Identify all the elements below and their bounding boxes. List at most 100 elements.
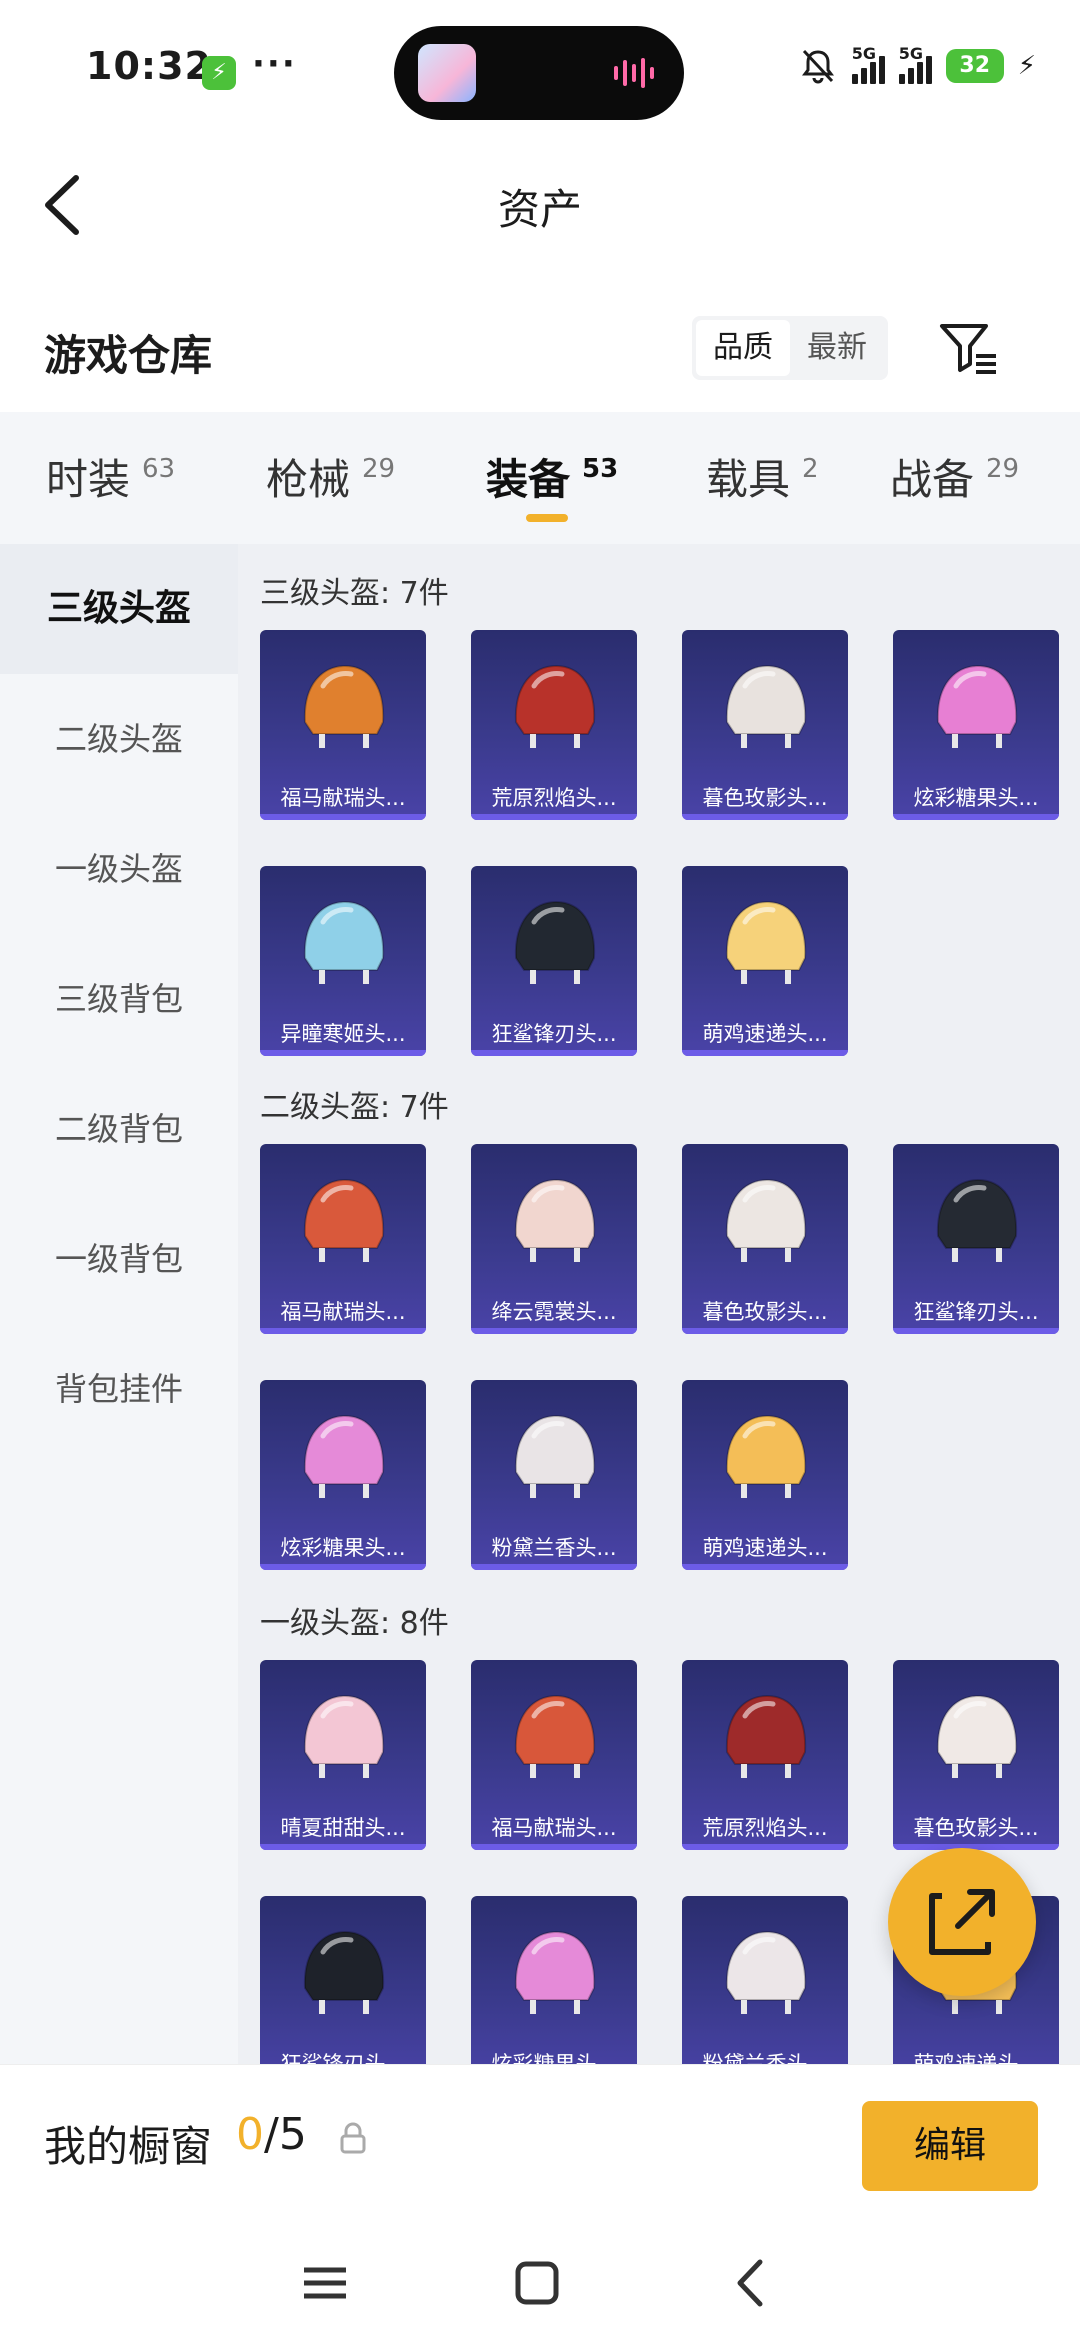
helmet-icon	[303, 1694, 385, 1778]
item-card[interactable]: 狂鲨锋刃头...	[471, 866, 637, 1056]
helmet-icon	[725, 664, 807, 748]
warehouse-title: 游戏仓库	[44, 331, 213, 380]
item-name: 福马献瑞头...	[491, 1816, 617, 1840]
share-button[interactable]	[888, 1848, 1036, 1996]
warehouse-header: 游戏仓库 品质 最新	[0, 300, 1080, 400]
item-name: 萌鸡速递头...	[702, 1022, 828, 1046]
helmet-icon	[514, 1414, 596, 1498]
tab-vehicles[interactable]: 载具 2	[660, 412, 860, 544]
item-name: 暮色玫影头...	[702, 1300, 828, 1324]
helmet-icon	[514, 900, 596, 984]
clock: 10:32	[86, 44, 212, 88]
item-name: 狂鲨锋刃头...	[913, 1300, 1039, 1324]
item-name: 狂鲨锋刃头...	[491, 1022, 617, 1046]
helmet-icon	[303, 1414, 385, 1498]
item-card[interactable]: 狂鲨锋刃头...	[260, 1896, 426, 2064]
sidebar-item-level1-backpack[interactable]: 一级背包	[0, 1194, 238, 1324]
helmet-icon	[514, 664, 596, 748]
helmet-icon	[303, 1930, 385, 2014]
system-nav-bar	[0, 2224, 1080, 2347]
item-card[interactable]: 福马献瑞头...	[260, 630, 426, 820]
charging-icon: ⚡	[202, 56, 236, 90]
sidebar-item-level2-helmet[interactable]: 二级头盔	[0, 674, 238, 804]
item-card[interactable]: 炫彩糖果头...	[260, 1380, 426, 1570]
sidebar-item-level1-helmet[interactable]: 一级头盔	[0, 804, 238, 934]
item-name: 福马献瑞头...	[280, 786, 406, 810]
item-name: 炫彩糖果头...	[913, 786, 1039, 810]
item-card[interactable]: 萌鸡速递头...	[682, 866, 848, 1056]
item-card[interactable]: 暮色玫影头...	[682, 630, 848, 820]
share-export-icon	[929, 1889, 995, 1955]
item-card[interactable]: 异瞳寒姬头...	[260, 866, 426, 1056]
showcase-bar: 我的橱窗 0/5 编辑	[0, 2064, 1080, 2224]
item-card[interactable]: 福马献瑞头...	[260, 1144, 426, 1334]
item-card[interactable]: 炫彩糖果头...	[471, 1896, 637, 2064]
item-name: 萌鸡速递头...	[702, 1536, 828, 1560]
helmet-icon	[514, 1694, 596, 1778]
section-title-level1-helmet: 一级头盔: 8件	[260, 1606, 449, 1641]
sidebar-item-level2-backpack[interactable]: 二级背包	[0, 1064, 238, 1194]
charging-bolt-icon: ⚡	[1017, 51, 1036, 81]
music-artwork-icon	[418, 44, 476, 102]
status-bar: 10:32 ⚡ ··· 5G 5G 32 ⚡	[0, 0, 1080, 140]
mute-bell-icon	[801, 49, 834, 84]
menu-icon[interactable]	[290, 2248, 360, 2318]
title-bar: 资产	[0, 150, 1080, 260]
item-card[interactable]: 荒原烈焰头...	[682, 1660, 848, 1850]
sidebar-item-backpack-pendant[interactable]: 背包挂件	[0, 1324, 238, 1454]
item-card[interactable]: 荒原烈焰头...	[471, 630, 637, 820]
helmet-icon	[303, 900, 385, 984]
item-card[interactable]: 粉黛兰香头...	[471, 1380, 637, 1570]
back-nav-icon[interactable]	[716, 2248, 786, 2318]
page-title: 资产	[497, 185, 582, 234]
helmet-icon	[303, 1178, 385, 1262]
helmet-icon	[303, 664, 385, 748]
item-name: 炫彩糖果头...	[280, 1536, 406, 1560]
dynamic-island[interactable]	[394, 26, 684, 120]
sidebar-item-level3-helmet[interactable]: 三级头盔	[0, 544, 238, 674]
item-card[interactable]: 暮色玫影头...	[682, 1144, 848, 1334]
item-name: 晴夏甜甜头...	[280, 1816, 406, 1840]
helmet-icon	[725, 1694, 807, 1778]
helmet-icon	[936, 1694, 1018, 1778]
sort-by-quality[interactable]: 品质	[696, 320, 790, 376]
item-grid: 三级头盔: 7件 二级头盔: 7件 一级头盔: 8件 福马献瑞头... 荒原烈焰头…	[238, 544, 1080, 2064]
sidebar-item-level3-backpack[interactable]: 三级背包	[0, 934, 238, 1064]
signal-5g-2-icon: 5G	[898, 44, 932, 84]
item-name: 荒原烈焰头...	[702, 1816, 828, 1840]
item-name: 萌鸡速递头...	[913, 2052, 1039, 2064]
item-name: 粉黛兰香头...	[702, 2052, 828, 2064]
item-card[interactable]: 粉黛兰香头...	[682, 1896, 848, 2064]
item-card[interactable]: 晴夏甜甜头...	[260, 1660, 426, 1850]
showcase-label: 我的橱窗	[44, 2122, 213, 2171]
section-title-level3-helmet: 三级头盔: 7件	[260, 576, 449, 611]
filter-icon[interactable]	[934, 314, 1002, 382]
item-name: 绛云霓裳头...	[491, 1300, 617, 1324]
sort-by-newest[interactable]: 最新	[790, 320, 884, 376]
signal-5g-1-icon: 5G	[851, 44, 885, 84]
tab-combat-supplies[interactable]: 战备 29	[860, 412, 1080, 544]
item-card[interactable]: 萌鸡速递头...	[682, 1380, 848, 1570]
home-icon[interactable]	[502, 2248, 572, 2318]
helmet-icon	[936, 1178, 1018, 1262]
sort-toggle: 品质 最新	[692, 316, 888, 380]
item-card[interactable]: 绛云霓裳头...	[471, 1144, 637, 1334]
edit-button[interactable]: 编辑	[862, 2101, 1038, 2191]
item-name: 荒原烈焰头...	[491, 786, 617, 810]
tab-equipment[interactable]: 装备 53	[440, 412, 660, 544]
item-card[interactable]: 炫彩糖果头...	[893, 630, 1059, 820]
tab-fashion[interactable]: 时装 63	[0, 412, 220, 544]
item-name: 粉黛兰香头...	[491, 1536, 617, 1560]
more-notifications-icon: ···	[252, 44, 297, 84]
item-name: 暮色玫影头...	[702, 786, 828, 810]
item-name: 暮色玫影头...	[913, 1816, 1039, 1840]
item-name: 异瞳寒姬头...	[280, 1022, 406, 1046]
tab-firearms[interactable]: 枪械 29	[220, 412, 440, 544]
helmet-icon	[514, 1178, 596, 1262]
helmet-icon	[725, 900, 807, 984]
item-card[interactable]: 狂鲨锋刃头...	[893, 1144, 1059, 1334]
lock-icon	[340, 2122, 366, 2154]
item-card[interactable]: 暮色玫影头...	[893, 1660, 1059, 1850]
item-name: 福马献瑞头...	[280, 1300, 406, 1324]
item-card[interactable]: 福马献瑞头...	[471, 1660, 637, 1850]
